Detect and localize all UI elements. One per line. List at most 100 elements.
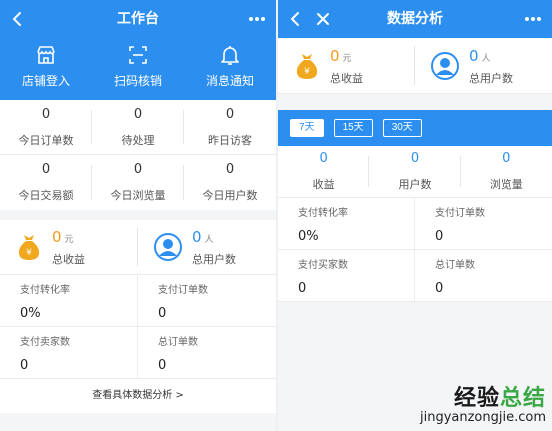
total-users-label: 总用户数 bbox=[469, 71, 513, 85]
page-title: 工作台 bbox=[117, 11, 159, 27]
metric-cell: 支付订单数 0 bbox=[415, 198, 552, 249]
metric-cell: 支付转化率 0% bbox=[0, 275, 138, 326]
total-income-value: 0 bbox=[52, 228, 62, 246]
metric-value: 0 bbox=[158, 358, 167, 373]
total-income-value: 0 bbox=[330, 46, 340, 65]
period-selector: 7天 15天 30天 bbox=[278, 110, 552, 146]
stat-cell[interactable]: 0 今日交易额 bbox=[0, 155, 92, 210]
view-analysis-link[interactable]: 查看具体数据分析 > bbox=[0, 379, 276, 413]
period-15-days-button[interactable]: 15天 bbox=[333, 119, 373, 137]
metric-label: 支付转化率 bbox=[20, 285, 70, 296]
stat-value: 0 bbox=[225, 162, 235, 177]
metric-value: 0 bbox=[158, 306, 167, 321]
period-stats: 0 收益 0 用户数 0 浏览量 bbox=[278, 146, 552, 198]
more-menu-button[interactable] bbox=[244, 0, 270, 38]
more-dots-icon bbox=[525, 17, 541, 21]
quick-action-label: 扫码核销 bbox=[113, 74, 162, 88]
watermark-url: jingyanzongjie.com bbox=[419, 410, 546, 425]
stat-label: 今日用户数 bbox=[202, 189, 258, 202]
metric-cell: 支付转化率 0% bbox=[278, 198, 415, 249]
metric-cell: 总订单数 0 bbox=[415, 250, 552, 301]
metric-value: 0 bbox=[435, 229, 444, 244]
stat-value: 0 bbox=[133, 106, 143, 122]
stat-cell[interactable]: 0 今日用户数 bbox=[184, 155, 276, 210]
total-users-value: 0 bbox=[192, 228, 202, 246]
stat-label: 待处理 bbox=[121, 133, 155, 147]
stat-cell[interactable]: 0 用户数 bbox=[369, 146, 461, 197]
metrics-table: 支付转化率 0% 支付订单数 0 支付卖家数 0 总订单数 0 bbox=[0, 275, 276, 379]
total-users-card[interactable]: 0人 总用户数 bbox=[415, 38, 552, 93]
stat-label: 今日浏览量 bbox=[110, 189, 166, 202]
stat-cell[interactable]: 0 今日订单数 bbox=[0, 100, 92, 155]
workbench-topbar: 工作台 bbox=[0, 0, 276, 38]
summary-row: ¥ 0元 总收益 0人 总用户数 bbox=[278, 38, 552, 94]
quick-action-notifications[interactable]: 消息通知 bbox=[184, 38, 276, 100]
income-unit: 元 bbox=[342, 53, 352, 64]
bell-icon bbox=[221, 46, 239, 65]
income-unit: 元 bbox=[64, 235, 74, 245]
stat-value: 0 bbox=[225, 106, 235, 122]
stat-cell[interactable]: 0 待处理 bbox=[92, 100, 184, 155]
page-title: 数据分析 bbox=[387, 11, 443, 27]
metric-cell: 支付卖家数 0 bbox=[0, 327, 138, 378]
total-income-label: 总收益 bbox=[330, 71, 363, 85]
stat-label: 今日交易额 bbox=[18, 189, 74, 202]
stat-cell[interactable]: 0 收益 bbox=[278, 146, 370, 197]
total-income-card[interactable]: ¥ 0元 总收益 bbox=[278, 38, 415, 93]
more-menu-button[interactable] bbox=[520, 0, 546, 38]
users-unit: 人 bbox=[481, 53, 491, 64]
quick-action-store-login[interactable]: 店铺登入 bbox=[0, 38, 92, 100]
metrics-table: 支付转化率 0% 支付订单数 0 支付买家数 0 总订单数 0 bbox=[278, 198, 552, 302]
stat-label: 昨日访客 bbox=[208, 133, 252, 147]
total-users-value: 0 bbox=[469, 46, 479, 65]
money-bag-icon: ¥ bbox=[296, 53, 318, 79]
quick-action-label: 消息通知 bbox=[205, 74, 254, 88]
stat-cell[interactable]: 0 浏览量 bbox=[461, 146, 552, 197]
quick-action-scan-verify[interactable]: 扫码核销 bbox=[92, 38, 184, 100]
metric-value: 0% bbox=[20, 306, 41, 321]
user-avatar-icon bbox=[431, 51, 459, 80]
metric-label: 支付买家数 bbox=[298, 260, 348, 271]
metric-value: 0% bbox=[298, 229, 319, 244]
stat-value: 0 bbox=[41, 106, 51, 122]
metric-value: 0 bbox=[20, 358, 29, 373]
stat-cell[interactable]: 0 昨日访客 bbox=[184, 100, 276, 155]
user-avatar-icon bbox=[154, 233, 182, 261]
metric-label: 支付订单数 bbox=[435, 208, 485, 219]
quick-actions: 店铺登入 扫码核销 消息通知 bbox=[0, 38, 276, 100]
stat-cell[interactable]: 0 今日浏览量 bbox=[92, 155, 184, 210]
period-7-days-button[interactable]: 7天 bbox=[290, 119, 324, 137]
metrics-row: 支付转化率 0% 支付订单数 0 bbox=[278, 198, 552, 250]
stat-value: 0 bbox=[133, 162, 143, 177]
total-income-label: 总收益 bbox=[52, 253, 85, 266]
watermark-logo-b: 总结 bbox=[499, 386, 546, 411]
metric-label: 总订单数 bbox=[158, 337, 198, 348]
watermark-logo-a: 经验 bbox=[453, 386, 500, 411]
svg-text:¥: ¥ bbox=[26, 248, 32, 258]
metric-cell: 支付订单数 0 bbox=[138, 275, 276, 326]
metrics-row: 支付买家数 0 总订单数 0 bbox=[278, 250, 552, 302]
metrics-row: 支付转化率 0% 支付订单数 0 bbox=[0, 275, 276, 327]
metric-label: 支付卖家数 bbox=[20, 337, 70, 348]
total-users-card[interactable]: 0人 总用户数 bbox=[138, 220, 276, 274]
metric-label: 支付转化率 bbox=[298, 208, 348, 219]
metric-cell: 支付买家数 0 bbox=[278, 250, 415, 301]
stat-value: 0 bbox=[319, 151, 328, 166]
metric-label: 支付订单数 bbox=[158, 285, 208, 296]
svg-text:¥: ¥ bbox=[304, 67, 310, 77]
analysis-topbar: 数据分析 bbox=[278, 0, 552, 38]
money-bag-icon: ¥ bbox=[18, 235, 40, 260]
metric-value: 0 bbox=[435, 281, 444, 296]
stat-label: 今日订单数 bbox=[18, 133, 74, 147]
stat-value: 0 bbox=[41, 162, 51, 177]
total-users-label: 总用户数 bbox=[192, 253, 236, 266]
watermark: 经验总结 jingyanzongjie.com bbox=[420, 380, 546, 425]
stat-value: 0 bbox=[410, 151, 420, 166]
today-stats-grid: 0 今日订单数 0 待处理 0 昨日访客 0 今日交易额 0 今日浏览量 0 今… bbox=[0, 100, 276, 210]
data-analysis-panel: 数据分析 ¥ 0元 总收益 0人 总用户数 7天 15天 30天 0 收益 0 … bbox=[278, 0, 552, 431]
period-30-days-button[interactable]: 30天 bbox=[382, 119, 422, 137]
scan-icon bbox=[129, 46, 147, 64]
total-income-card[interactable]: ¥ 0元 总收益 bbox=[0, 220, 138, 274]
